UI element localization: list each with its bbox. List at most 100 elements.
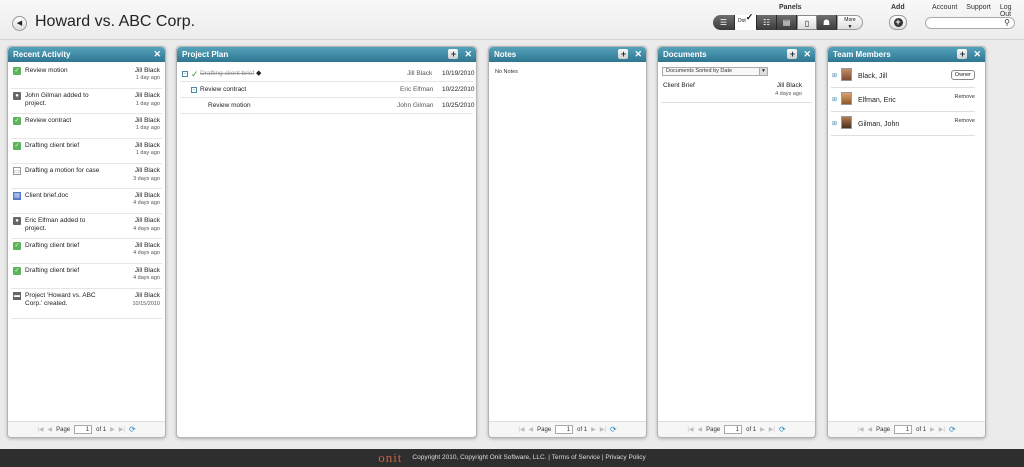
add-note-button[interactable]: +	[618, 49, 629, 59]
sort-select-value: Documents Sorted by Date	[666, 68, 733, 74]
activity-text: John Gilman added to project.	[25, 92, 89, 107]
member-row[interactable]: ⊞ Elfman, Eric Remove	[831, 88, 975, 112]
documents-icon[interactable]: ▯	[797, 15, 817, 30]
project-plan-panel: Project Plan + ✕ − ✓ Drafting client brie…	[176, 46, 477, 438]
refresh-icon[interactable]: ⟳	[129, 425, 136, 434]
chevron-down-icon: ▼	[759, 68, 767, 75]
activity-user: Jill Black	[134, 192, 160, 199]
footer: onit Copyright 2010, Copyright Onit Soft…	[0, 449, 1024, 467]
activity-time: 4 days ago	[133, 226, 160, 232]
refresh-icon[interactable]: ⟳	[949, 425, 956, 434]
activity-item[interactable]: ▬ Project 'Howard vs. ABC Corp.' created.…	[11, 289, 162, 319]
collapse-icon[interactable]: −	[191, 87, 197, 93]
page-number-input[interactable]: 1	[894, 425, 913, 434]
refresh-icon[interactable]: ⟳	[779, 425, 786, 434]
folder-icon: ▬	[13, 292, 21, 300]
team-members-icon[interactable]: ☗	[817, 15, 837, 30]
check-icon: ✓	[13, 142, 21, 150]
more-label: More	[844, 17, 856, 23]
next-page-icon[interactable]: ▶	[591, 426, 596, 433]
expand-icon[interactable]: ⊞	[832, 96, 837, 103]
next-page-icon[interactable]: ▶	[760, 426, 765, 433]
more-button[interactable]: More ▼	[837, 15, 863, 30]
back-arrow-icon: ◀	[16, 20, 23, 27]
plan-row[interactable]: − ✓ Drafting client brief ◆ Jill Black 1…	[180, 66, 475, 82]
remove-member-button[interactable]: Remove	[955, 118, 975, 124]
plan-row[interactable]: Review motion John Gilman 10/25/2010	[180, 98, 475, 114]
task-date: 10/19/2010	[442, 70, 475, 77]
next-page-icon[interactable]: ▶	[110, 426, 115, 433]
activity-item[interactable]: ✓ Drafting client brief Jill Black 4 days a…	[11, 239, 162, 264]
member-row[interactable]: ⊞ Black, Jill Owner	[831, 64, 975, 88]
prev-page-icon[interactable]: ◀	[529, 426, 534, 433]
activity-item[interactable]: ✓ Review contract Jill Black 1 day ago	[11, 114, 162, 139]
expand-icon[interactable]: ⊞	[832, 120, 837, 127]
activity-item[interactable]: ✓ Drafting client brief Jill Black 4 days a…	[11, 264, 162, 289]
activity-user: Jill Black	[134, 267, 160, 274]
prev-page-icon[interactable]: ◀	[48, 426, 53, 433]
member-name: Black, Jill	[858, 73, 888, 80]
close-icon[interactable]: ✕	[464, 49, 472, 59]
last-page-icon[interactable]: ▶|	[769, 426, 775, 433]
prev-page-icon[interactable]: ◀	[698, 426, 703, 433]
collapse-icon[interactable]: −	[182, 71, 188, 77]
activity-item[interactable]: ✓ Drafting client brief Jill Black 1 day ag…	[11, 139, 162, 164]
add-task-button[interactable]: +	[448, 49, 459, 59]
document-sort-select[interactable]: Documents Sorted by Date ▼	[662, 67, 768, 76]
last-page-icon[interactable]: ▶|	[119, 426, 125, 433]
activity-time: 1 day ago	[135, 150, 160, 156]
first-page-icon[interactable]: |◀	[518, 426, 524, 433]
panels-toolbar: ☰ Dot✓ ☷ ▤ ▯ ☗ More ▼	[713, 13, 863, 30]
task-list-icon[interactable]: ☷	[757, 15, 777, 30]
close-icon[interactable]: ✕	[634, 49, 642, 59]
activity-item[interactable]: ▭ Drafting a motion for case Jill Black 3 d…	[11, 164, 162, 189]
page-number-input[interactable]: 1	[724, 425, 743, 434]
remove-member-button[interactable]: Remove	[955, 94, 975, 100]
first-page-icon[interactable]: |◀	[687, 426, 693, 433]
onit-logo: onit	[378, 450, 403, 465]
close-icon[interactable]: ✕	[153, 49, 161, 59]
member-row[interactable]: ⊞ Gilman, John Remove	[831, 112, 975, 136]
document-row[interactable]: Client Brief Jill Black 4 days ago	[661, 79, 812, 103]
activity-text: Review contract	[25, 117, 72, 124]
add-document-button[interactable]: +	[787, 49, 798, 59]
panel-title: Team Members	[833, 50, 891, 59]
first-page-icon[interactable]: |◀	[857, 426, 863, 433]
notes-icon[interactable]: ▤	[777, 15, 797, 30]
page-number-input[interactable]: 1	[74, 425, 93, 434]
last-page-icon[interactable]: ▶|	[600, 426, 606, 433]
account-link[interactable]: Account	[932, 4, 957, 18]
activity-item[interactable]: ● John Gilman added to project. Jill Black…	[11, 89, 162, 114]
close-icon[interactable]: ✕	[973, 49, 981, 59]
activity-item[interactable]: ✓ Review motion Jill Black 1 day ago	[11, 64, 162, 89]
expand-icon[interactable]: ⊞	[832, 72, 837, 79]
last-page-icon[interactable]: ▶|	[939, 426, 945, 433]
prev-page-icon[interactable]: ◀	[868, 426, 873, 433]
task-date: 10/22/2010	[442, 86, 475, 93]
add-member-button[interactable]: +	[957, 49, 968, 59]
activity-time: 1 day ago	[135, 125, 160, 131]
add-label: Add	[891, 4, 905, 11]
activity-user: Jill Black	[134, 292, 160, 299]
refresh-icon[interactable]: ⟳	[610, 425, 617, 434]
activity-item[interactable]: ● Eric Elfman added to project. Jill Black…	[11, 214, 162, 239]
document-name[interactable]: Client Brief	[663, 82, 695, 89]
back-button[interactable]: ◀	[12, 16, 27, 31]
panel-header: Documents + ✕	[658, 47, 815, 62]
check-icon: ✓	[13, 242, 21, 250]
support-link[interactable]: Support	[966, 4, 991, 18]
list-view-icon[interactable]: ☰	[713, 15, 735, 30]
page-number-input[interactable]: 1	[555, 425, 574, 434]
panel-header: Notes + ✕	[489, 47, 646, 62]
dot-view-button[interactable]: Dot✓	[735, 13, 757, 30]
plan-row[interactable]: − Review contract Eric Elfman 10/22/2010	[180, 82, 475, 98]
add-button[interactable]: +	[889, 15, 907, 30]
next-page-icon[interactable]: ▶	[930, 426, 935, 433]
panel-header: Project Plan + ✕	[177, 47, 476, 62]
activity-item[interactable]: ▤ Client brief.doc Jill Black 4 days ago	[11, 189, 162, 214]
search-input[interactable]: ⚲	[925, 17, 1015, 29]
first-page-icon[interactable]: |◀	[37, 426, 43, 433]
close-icon[interactable]: ✕	[803, 49, 811, 59]
logout-link[interactable]: Log Out	[1000, 4, 1024, 18]
document-time: 4 days ago	[775, 91, 802, 97]
